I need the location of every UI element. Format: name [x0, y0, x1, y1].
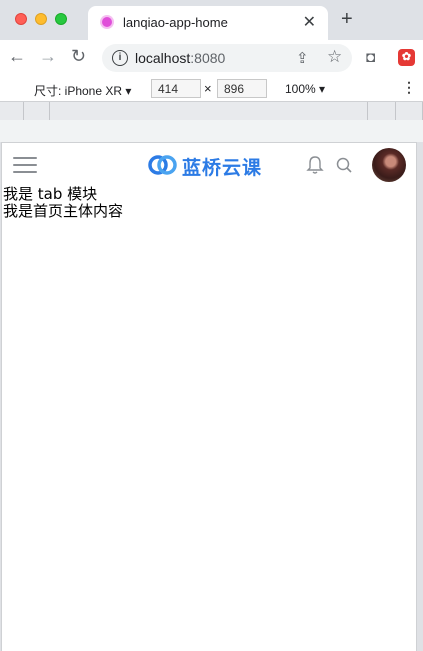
browser-toolbar: ← → ↻ i localhost:8080 ⇪ ☆ ◘ ✿	[0, 40, 423, 76]
close-window-button[interactable]	[15, 13, 27, 25]
tab-title: lanqiao-app-home	[123, 15, 228, 30]
info-icon[interactable]: i	[112, 50, 128, 66]
device-select[interactable]: 尺寸: iPhone XR ▾	[34, 82, 131, 99]
extension-icon[interactable]: ✿	[398, 49, 415, 66]
address-bar[interactable]: i localhost:8080	[102, 44, 352, 72]
url-text: localhost:8080	[135, 50, 226, 66]
height-input[interactable]: 896	[217, 79, 267, 98]
logo-text: 蓝桥云课	[182, 157, 263, 179]
ruler-segment[interactable]	[0, 102, 24, 120]
times-icon: ×	[204, 81, 212, 96]
main-content-text: 我是首页主体内容	[3, 202, 124, 220]
new-tab-icon[interactable]: +	[341, 9, 353, 29]
logo-mark-icon	[148, 155, 177, 175]
device-viewport: 蓝桥云课 我是 tab 模块 我是首页主体内容	[1, 142, 417, 651]
reload-icon[interactable]: ↻	[71, 46, 86, 67]
device-toolbar: 尺寸: iPhone XR ▾ 414 × 896 100% ▾ ⋮	[0, 76, 423, 102]
maximize-window-button[interactable]	[55, 13, 67, 25]
bell-icon[interactable]	[306, 155, 324, 175]
media-query-ruler	[0, 102, 423, 120]
search-icon[interactable]	[335, 156, 353, 174]
menu-icon[interactable]	[13, 157, 37, 173]
more-options-icon[interactable]: ⋮	[402, 79, 416, 96]
avatar[interactable]	[372, 148, 406, 182]
ruler-segment[interactable]	[50, 102, 368, 120]
minimize-window-button[interactable]	[35, 13, 47, 25]
zoom-select[interactable]: 100% ▾	[285, 82, 325, 96]
tab-module-text: 我是 tab 模块	[3, 185, 98, 203]
share-icon[interactable]: ⇪	[296, 49, 309, 67]
browser-tab[interactable]: lanqiao-app-home ✕	[88, 6, 328, 40]
camera-icon[interactable]: ◘	[366, 49, 375, 66]
back-icon[interactable]: ←	[8, 46, 26, 67]
browser-tab-strip: lanqiao-app-home ✕ +	[0, 0, 423, 40]
ruler-segment[interactable]	[368, 102, 396, 120]
forward-icon[interactable]: →	[39, 46, 57, 67]
favicon-icon	[102, 17, 112, 27]
bookmark-star-icon[interactable]: ☆	[327, 47, 342, 67]
width-input[interactable]: 414	[151, 79, 201, 98]
ruler-segment[interactable]	[396, 102, 423, 120]
viewport-gutter	[0, 120, 423, 142]
ruler-segment[interactable]	[24, 102, 50, 120]
close-tab-icon[interactable]: ✕	[303, 12, 316, 32]
